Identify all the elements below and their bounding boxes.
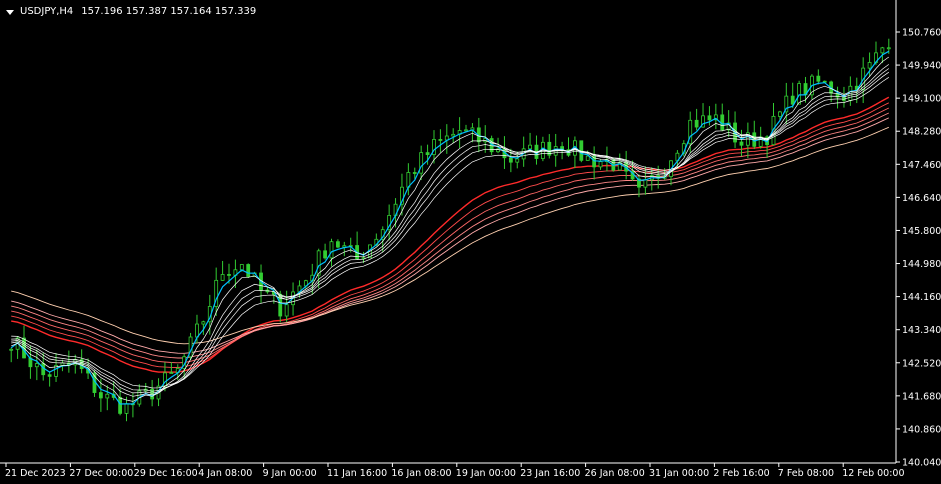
candle xyxy=(566,137,571,157)
ohlc-values: 157.196 157.387 157.164 157.339 xyxy=(81,6,257,17)
time-tick-label: 11 Jan 16:00 xyxy=(327,468,387,479)
fast-ma-line xyxy=(11,56,890,402)
price-tick-label: 149.940 xyxy=(902,61,941,72)
candle xyxy=(694,108,699,131)
candle xyxy=(214,267,219,317)
price-tick-label: 147.460 xyxy=(902,160,941,171)
candle xyxy=(515,151,520,169)
candle xyxy=(457,117,462,149)
candle xyxy=(47,371,52,387)
candle xyxy=(816,69,821,85)
candle xyxy=(246,263,251,279)
time-tick-label: 29 Dec 16:00 xyxy=(134,468,198,479)
chart-window[interactable]: 150.760 149.940 149.100 148.280 147.460 146.6… xyxy=(0,0,941,484)
candle xyxy=(105,385,110,411)
candle xyxy=(451,128,456,143)
axes: 150.760 149.940 149.100 148.280 147.460 146.6… xyxy=(0,0,941,479)
price-tick-label: 148.280 xyxy=(902,127,941,138)
time-tick-label: 21 Dec 2023 xyxy=(5,468,66,479)
candle xyxy=(797,80,802,105)
price-chart[interactable]: 150.760 149.940 149.100 148.280 147.460 146.6… xyxy=(0,0,941,484)
candle xyxy=(713,103,718,130)
dropdown-arrow-icon[interactable] xyxy=(6,9,14,15)
time-tick-label: 16 Jan 08:00 xyxy=(391,468,451,479)
fast-ma-line xyxy=(11,77,889,389)
candle xyxy=(771,102,776,146)
time-tick-label: 12 Feb 00:00 xyxy=(842,468,904,479)
time-tick-label: 7 Feb 08:00 xyxy=(778,468,834,479)
time-tick-label: 9 Jan 00:00 xyxy=(263,468,317,479)
slow-ma-line xyxy=(11,102,890,368)
time-tick-label: 2 Feb 16:00 xyxy=(713,468,769,479)
candlesticks xyxy=(9,38,891,422)
price-tick-label: 144.160 xyxy=(902,292,941,303)
candle xyxy=(323,243,327,260)
candle xyxy=(534,135,539,165)
candle xyxy=(284,290,289,322)
price-tick-label: 146.640 xyxy=(902,193,941,204)
price-tick-label: 141.680 xyxy=(902,391,941,402)
time-tick-label: 27 Dec 00:00 xyxy=(69,468,133,479)
symbol-label: USDJPY,H4 xyxy=(20,6,74,17)
candle xyxy=(835,86,840,109)
candle xyxy=(573,136,577,169)
price-tick-label: 145.800 xyxy=(902,226,941,237)
candle xyxy=(829,80,834,103)
candle xyxy=(73,354,78,374)
candle xyxy=(470,123,475,143)
price-tick-label: 144.980 xyxy=(902,259,941,270)
candle xyxy=(649,167,654,191)
time-tick-label: 31 Jan 00:00 xyxy=(649,468,709,479)
candle xyxy=(438,129,443,153)
candle xyxy=(547,134,552,159)
candle xyxy=(745,122,750,158)
candle xyxy=(342,241,347,257)
chart-header: USDJPY,H4 157.196 157.387 157.164 157.33… xyxy=(6,6,256,18)
time-tick-label: 4 Jan 08:00 xyxy=(198,468,252,479)
time-tick-label: 19 Jan 00:00 xyxy=(456,468,516,479)
candle xyxy=(464,124,468,132)
candle xyxy=(752,120,757,150)
time-tick-label: 26 Jan 08:00 xyxy=(585,468,645,479)
price-tick-label: 140.860 xyxy=(902,424,941,435)
candle xyxy=(419,145,424,181)
fast-ma-line xyxy=(11,71,890,392)
candle xyxy=(188,332,193,361)
price-tick-label: 143.340 xyxy=(902,325,941,336)
candle xyxy=(355,231,360,260)
candle xyxy=(335,239,340,249)
fast-ma-line xyxy=(11,68,890,394)
price-tick-label: 142.520 xyxy=(902,358,941,369)
price-tick-label: 150.760 xyxy=(902,28,941,39)
candle xyxy=(496,137,500,154)
time-tick-label: 23 Jan 16:00 xyxy=(520,468,580,479)
candle xyxy=(720,103,725,132)
candle xyxy=(592,146,597,180)
candle xyxy=(9,347,14,363)
candle xyxy=(617,153,622,171)
candle xyxy=(387,204,392,241)
candle xyxy=(688,111,693,153)
price-tick-label: 149.100 xyxy=(902,94,941,105)
price-tick-label: 140.040 xyxy=(902,458,941,469)
candle xyxy=(220,260,225,281)
slow-ma-line xyxy=(11,107,889,364)
candle xyxy=(259,264,263,304)
candle xyxy=(444,124,449,154)
